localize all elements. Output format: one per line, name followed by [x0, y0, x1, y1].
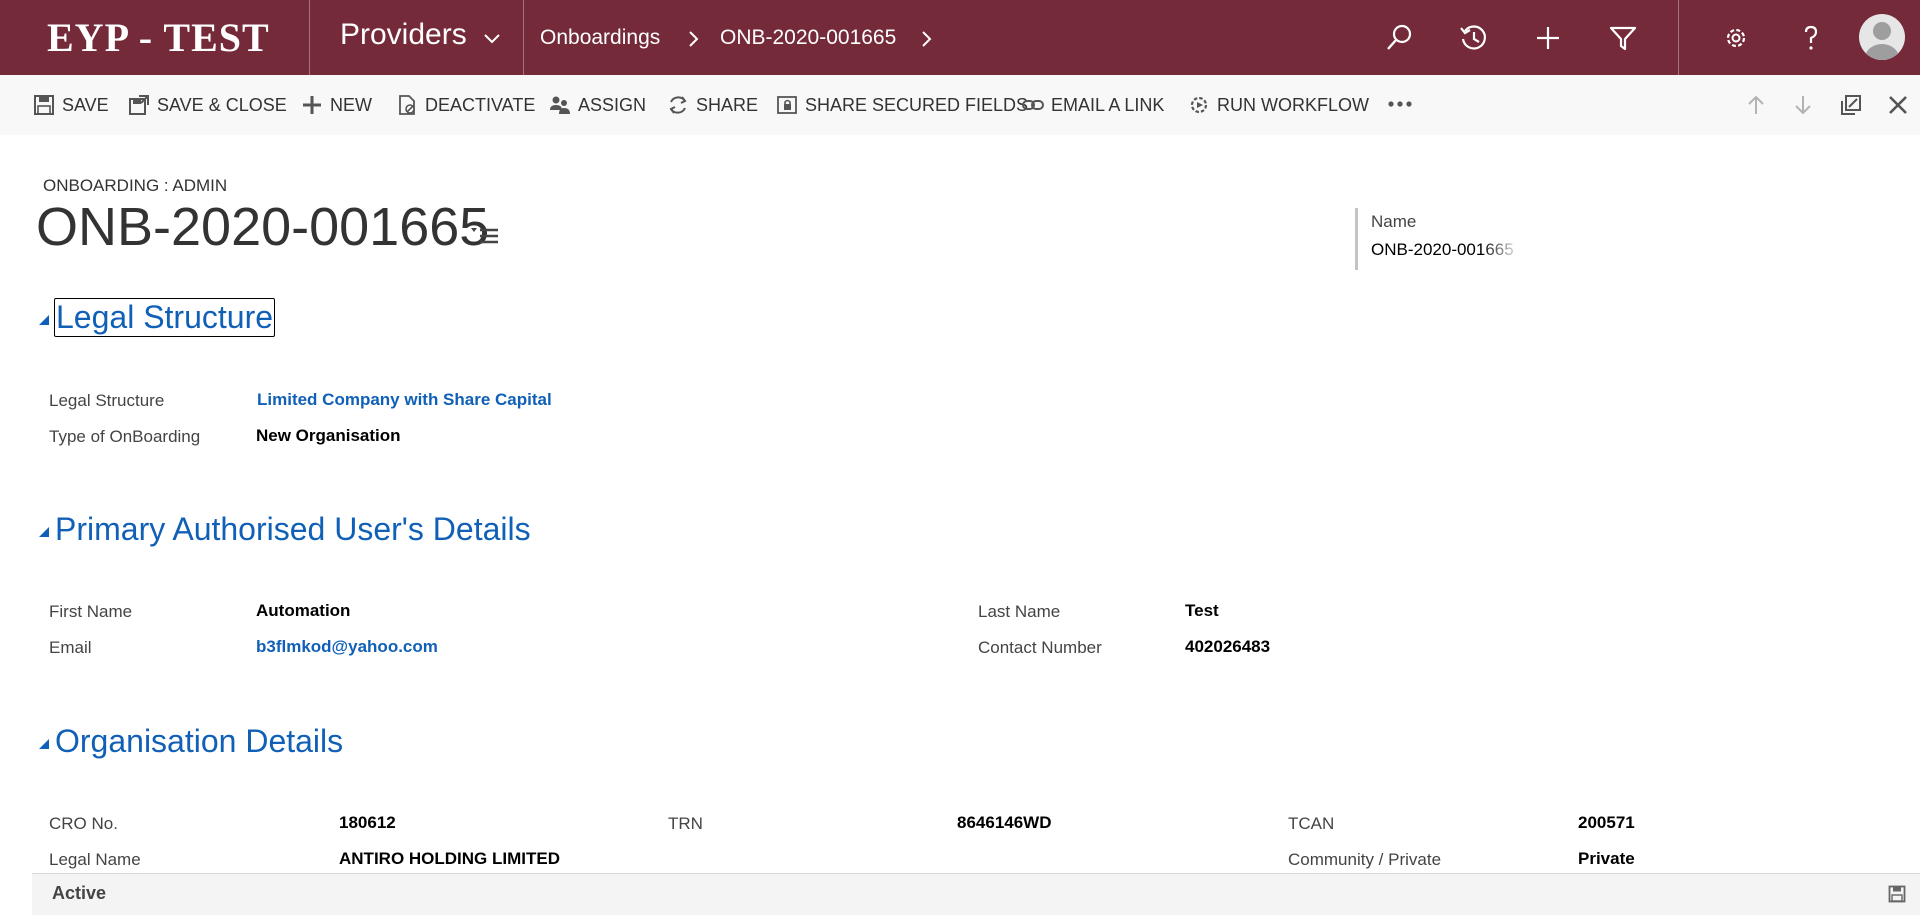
save-close-icon [129, 95, 149, 115]
section-title-organisation[interactable]: Organisation Details [55, 723, 343, 760]
legal-name-value[interactable]: ANTIRO HOLDING LIMITED [339, 849, 560, 869]
share-label: SHARE [696, 94, 759, 115]
recent-icon[interactable] [1458, 22, 1490, 54]
record-title: ONB-2020-001665 [36, 197, 490, 257]
workflow-icon [1190, 96, 1208, 114]
assign-label: ASSIGN [578, 94, 647, 115]
chevron-down-icon[interactable] [481, 30, 503, 46]
link-icon [1022, 100, 1044, 110]
top-nav-bar: EYP - TEST Providers Onboardings ONB-202… [0, 0, 1920, 75]
avatar[interactable] [1859, 14, 1905, 60]
popout-icon[interactable] [1839, 93, 1863, 117]
assign-icon [550, 96, 570, 114]
arrow-down-icon[interactable] [1791, 93, 1815, 117]
cro-number-value[interactable]: 180612 [339, 813, 396, 833]
header-name-fade [1481, 238, 1521, 262]
breadcrumb-record[interactable]: ONB-2020-001665 [720, 26, 896, 50]
secured-lock-icon [777, 96, 797, 114]
save-close-button[interactable]: SAVE & CLOSE [128, 91, 287, 119]
community-private-label: Community / Private [1288, 850, 1442, 869]
email-link-button[interactable]: EMAIL A LINK [1022, 91, 1164, 119]
deactivate-button[interactable]: DEACTIVATE [396, 91, 535, 119]
last-name-label: Last Name [978, 602, 1061, 621]
first-name-label: First Name [49, 602, 133, 621]
more-options-icon[interactable] [1386, 93, 1414, 115]
onboarding-type-label: Type of OnBoarding [49, 427, 201, 446]
command-bar: SAVE SAVE & CLOSE NEW DEACTIVATE ASSIGN … [0, 75, 1920, 135]
trn-value[interactable]: 8646146WD [957, 813, 1052, 833]
run-workflow-button[interactable]: RUN WORKFLOW [1188, 91, 1369, 119]
share-secured-fields-label: SHARE SECURED FIELDS [805, 94, 1029, 115]
entity-form-label: ONBOARDING : ADMIN [43, 176, 228, 195]
contact-number-label: Contact Number [978, 638, 1102, 657]
tcan-label: TCAN [1288, 814, 1335, 833]
deactivate-label: DEACTIVATE [425, 94, 536, 115]
collapse-triangle-icon[interactable] [38, 526, 50, 538]
save-close-label: SAVE & CLOSE [157, 94, 287, 115]
search-icon[interactable] [1383, 22, 1415, 54]
share-secured-fields-button[interactable]: SHARE SECURED FIELDS [776, 91, 1028, 119]
nav-divider [309, 0, 310, 75]
contact-number-value[interactable]: 402026483 [1185, 637, 1270, 657]
status-footer: Active [32, 873, 1920, 915]
close-icon[interactable] [1886, 93, 1910, 117]
header-field-divider [1355, 208, 1358, 270]
nav-divider [523, 0, 524, 75]
form-selector-menu-icon[interactable] [470, 224, 500, 246]
plus-icon[interactable] [1532, 22, 1564, 54]
section-title-legal-structure[interactable]: Legal Structure [54, 298, 276, 337]
settings-icon[interactable] [1720, 22, 1752, 54]
section-title-primary-user[interactable]: Primary Authorised User's Details [55, 511, 531, 548]
header-name-label: Name [1371, 212, 1417, 231]
user-icon [1865, 22, 1899, 60]
first-name-value[interactable]: Automation [256, 601, 350, 621]
save-icon [34, 95, 54, 115]
tcan-value[interactable]: 200571 [1578, 813, 1635, 833]
email-label: Email [49, 638, 92, 657]
onboarding-type-value[interactable]: New Organisation [256, 426, 401, 446]
arrow-up-icon[interactable] [1744, 93, 1768, 117]
area-selector[interactable]: Providers [340, 18, 467, 52]
collapse-triangle-icon[interactable] [38, 738, 50, 750]
save-label: SAVE [62, 94, 109, 115]
chevron-right-icon [689, 31, 699, 47]
share-button[interactable]: SHARE [667, 91, 758, 119]
record-status: Active [52, 883, 107, 903]
share-icon [669, 96, 687, 114]
legal-structure-label: Legal Structure [49, 391, 165, 410]
email-link-label: EMAIL A LINK [1051, 94, 1165, 115]
assign-button[interactable]: ASSIGN [549, 91, 646, 119]
cro-number-label: CRO No. [49, 814, 118, 833]
trn-label: TRN [668, 814, 703, 833]
run-workflow-label: RUN WORKFLOW [1217, 94, 1369, 115]
legal-name-label: Legal Name [49, 850, 141, 869]
email-value[interactable]: b3flmkod@yahoo.com [256, 637, 438, 657]
app-brand[interactable]: EYP - TEST [47, 14, 270, 61]
new-button[interactable]: NEW [301, 91, 372, 119]
breadcrumb-onboardings[interactable]: Onboardings [540, 26, 660, 50]
plus-icon [303, 96, 321, 114]
save-icon[interactable] [1888, 885, 1906, 903]
legal-structure-value[interactable]: Limited Company with Share Capital [257, 390, 552, 410]
deactivate-icon [399, 95, 415, 115]
new-label: NEW [330, 94, 372, 115]
last-name-value[interactable]: Test [1185, 601, 1219, 621]
community-private-value[interactable]: Private [1578, 849, 1635, 869]
chevron-right-icon[interactable] [920, 30, 932, 48]
filter-icon[interactable] [1607, 22, 1639, 54]
help-icon[interactable] [1795, 22, 1827, 54]
save-button[interactable]: SAVE [33, 91, 109, 119]
collapse-triangle-icon[interactable] [38, 314, 50, 326]
nav-divider [1678, 0, 1679, 75]
